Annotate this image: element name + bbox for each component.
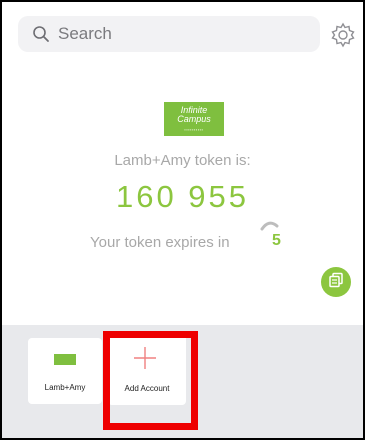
expires-label: Your token expires in xyxy=(90,234,230,251)
search-icon xyxy=(30,23,52,45)
highlight-box xyxy=(103,331,198,430)
logo-line2: Campus xyxy=(177,114,211,124)
countdown-number: 5 xyxy=(272,232,281,249)
copy-icon xyxy=(328,272,344,293)
logo-tagline-decoration: ▪▪▪▪▪▪▪▪▪▪ xyxy=(184,127,204,132)
gear-icon[interactable] xyxy=(330,22,356,48)
infinite-campus-logo: Infinite Campus ▪▪▪▪▪▪▪▪▪▪ xyxy=(164,102,224,136)
account-card-lamb-amy[interactable]: Lamb+Amy xyxy=(28,338,102,404)
token-label: Lamb+Amy token is: xyxy=(114,152,251,169)
token-panel: Search Infinite Campus ▪▪▪▪▪▪▪▪▪▪ Lamb+A… xyxy=(2,2,363,325)
account-label: Lamb+Amy xyxy=(44,383,86,392)
token-code[interactable]: 160 955 xyxy=(2,179,363,215)
copy-button[interactable] xyxy=(321,267,351,297)
account-logo-icon xyxy=(54,354,76,365)
search-bar[interactable]: Search xyxy=(18,16,320,52)
search-placeholder: Search xyxy=(58,24,112,43)
app-frame: Search Infinite Campus ▪▪▪▪▪▪▪▪▪▪ Lamb+A… xyxy=(0,0,365,440)
